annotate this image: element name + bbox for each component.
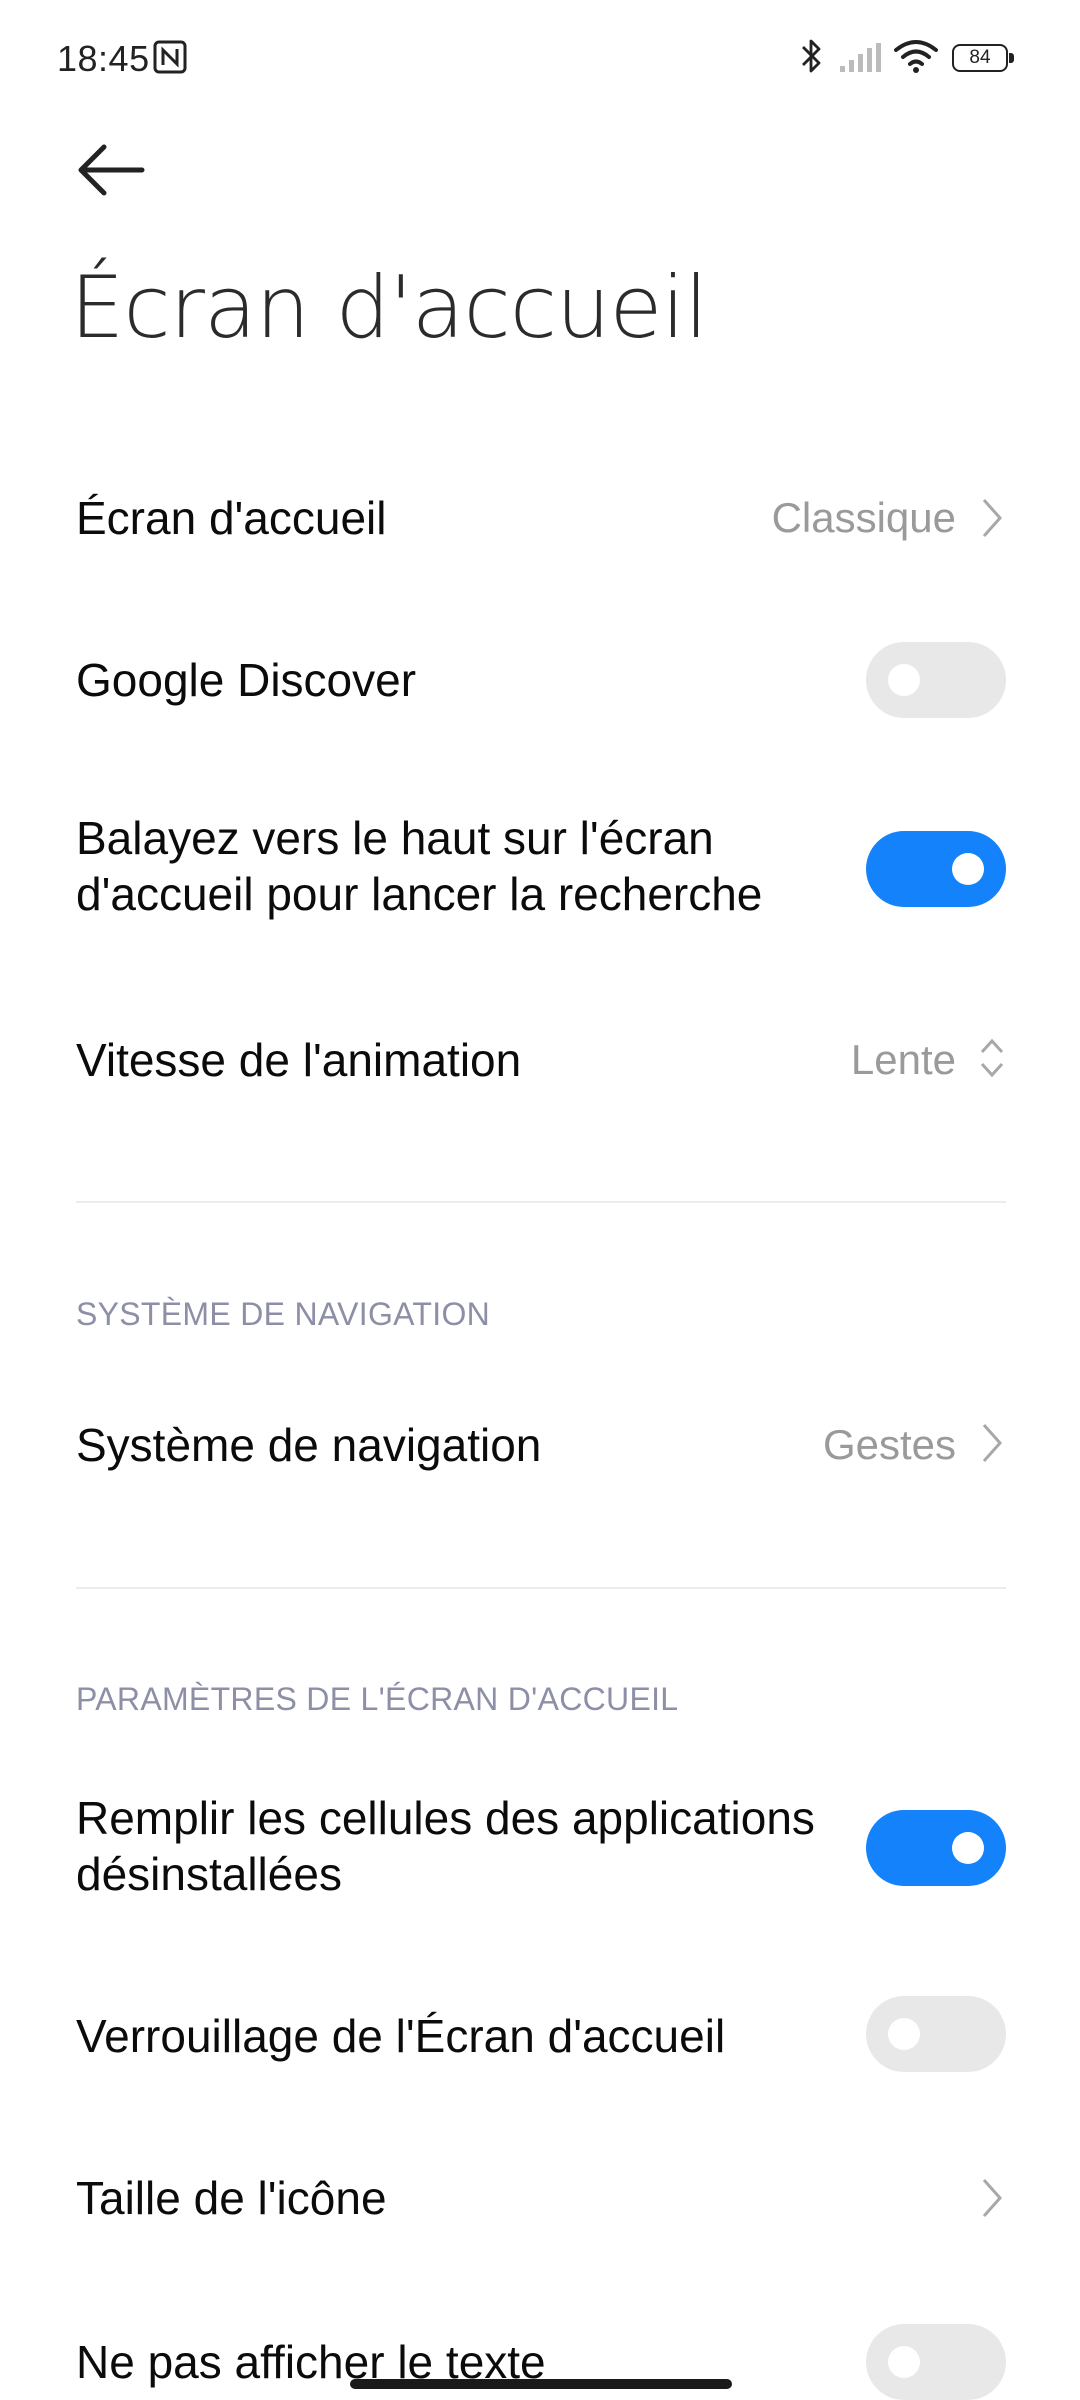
google-discover-row: Google Discover [76, 640, 1006, 720]
swipe-search-label: Balayez vers le haut sur l'écran d'accue… [76, 812, 763, 920]
animation-speed-row[interactable]: Vitesse de l'animation Lente [76, 1020, 1006, 1100]
chevron-right-icon [982, 2179, 1003, 2217]
icon-size-row[interactable]: Taille de l'icône [76, 2158, 1006, 2238]
animation-speed-value: Lente [850, 1036, 956, 1083]
signal-icon [840, 43, 881, 72]
back-arrow-icon[interactable] [70, 135, 150, 205]
animation-speed-label: Vitesse de l'animation [76, 1034, 522, 1086]
divider [76, 1201, 1006, 1203]
home-params-section-header: PARAMÈTRES DE L'ÉCRAN D'ACCUEIL [76, 1681, 679, 1717]
navigation-system-label: Système de navigation [76, 1419, 542, 1471]
navigation-system-row[interactable]: Système de navigation Gestes [76, 1405, 1006, 1485]
swipe-search-row: Balayez vers le haut sur l'écran d'accue… [76, 810, 1006, 930]
status-bar: 18:45 84 [0, 0, 1080, 115]
icon-size-label: Taille de l'icône [76, 2172, 387, 2224]
settings-screen: 18:45 84 Écran d'accueil Écran d'accueil… [0, 0, 1080, 2400]
hide-text-toggle[interactable] [866, 2324, 1006, 2400]
divider [76, 1587, 1006, 1589]
battery-level: 84 [969, 47, 991, 68]
chevron-right-icon [982, 499, 1003, 537]
nfc-icon [153, 40, 187, 74]
lock-layout-toggle[interactable] [866, 1996, 1006, 2072]
up-down-chevron-icon [980, 1038, 1004, 1078]
google-discover-toggle[interactable] [866, 642, 1006, 718]
bluetooth-icon [802, 39, 821, 73]
fill-cells-toggle[interactable] [866, 1810, 1006, 1886]
status-time: 18:45 [57, 38, 150, 79]
fill-cells-label: Remplir les cellules des applications dé… [76, 1792, 815, 1900]
chevron-right-icon [982, 1424, 1003, 1462]
home-indicator[interactable] [350, 2379, 732, 2389]
fill-cells-row: Remplir les cellules des applications dé… [76, 1790, 1006, 1910]
home-screen-row[interactable]: Écran d'accueil Classique [76, 480, 1006, 560]
google-discover-label: Google Discover [76, 654, 417, 706]
lock-layout-label: Verrouillage de l'Écran d'accueil [76, 2010, 726, 2062]
lock-layout-row: Verrouillage de l'Écran d'accueil [76, 1996, 1006, 2076]
home-screen-value: Classique [771, 494, 956, 541]
swipe-search-toggle[interactable] [866, 831, 1006, 907]
wifi-icon [894, 40, 938, 73]
page-title: Écran d'accueil [70, 258, 708, 358]
battery-icon: 84 [952, 44, 1014, 72]
home-screen-label: Écran d'accueil [76, 492, 387, 544]
navigation-system-value: Gestes [822, 1421, 956, 1468]
navigation-section-header: SYSTÈME DE NAVIGATION [76, 1296, 491, 1332]
